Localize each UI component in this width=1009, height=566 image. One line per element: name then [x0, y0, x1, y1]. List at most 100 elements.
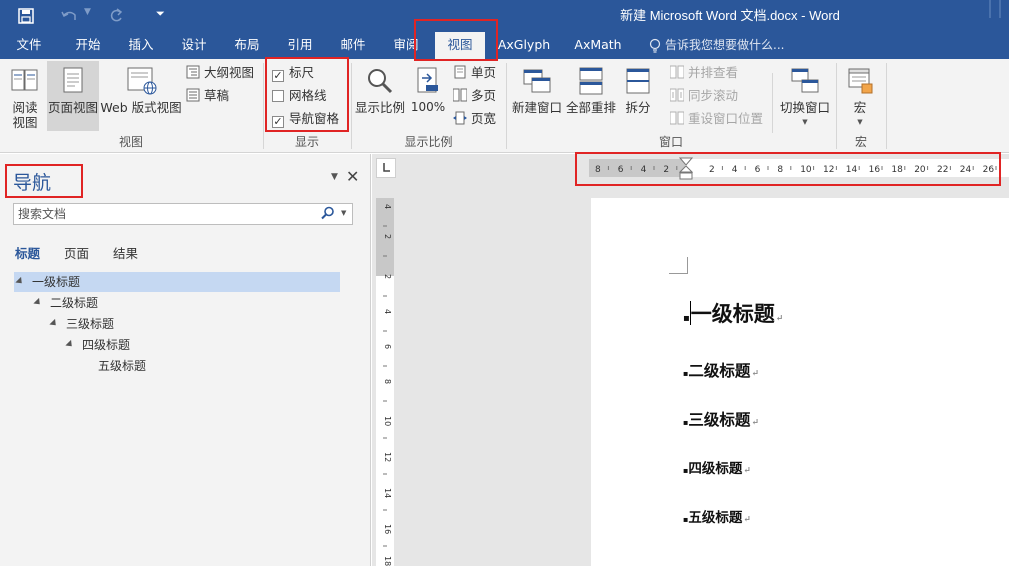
- vertical-ruler[interactable]: 4 2 2 4 6 8 10 12 14 16 18: [376, 198, 394, 566]
- nav-heading-1[interactable]: 一级标题: [14, 272, 340, 292]
- macros-button[interactable]: 宏 ▼: [840, 61, 880, 130]
- nav-options-icon[interactable]: ▼: [331, 172, 338, 182]
- nav-heading-1-label: 一级标题: [32, 275, 81, 289]
- collapse-icon[interactable]: [15, 276, 25, 287]
- ruler-label: 2: [383, 274, 392, 279]
- page-width-button[interactable]: 页宽: [453, 109, 496, 129]
- view-tab-highlight: [414, 19, 498, 61]
- nav-heading-2[interactable]: 二级标题: [33, 293, 98, 313]
- web-layout-button[interactable]: Web 版式视图: [100, 61, 182, 115]
- print-layout-label: 页面视图: [47, 100, 98, 115]
- nav-tab-pages[interactable]: 页面: [64, 243, 89, 262]
- lightbulb-icon: [649, 38, 661, 53]
- paragraph-mark: ↵: [743, 466, 751, 476]
- reset-position-icon: [669, 111, 685, 125]
- customize-qat-icon[interactable]: ⏷: [156, 7, 165, 21]
- nav-heading-5[interactable]: 五级标题: [98, 356, 146, 376]
- document-heading-3[interactable]: ▪三级标题↵: [683, 408, 759, 430]
- document-heading-5[interactable]: ▪五级标题↵: [683, 506, 751, 526]
- nav-heading-4[interactable]: 四级标题: [65, 335, 130, 355]
- split-button[interactable]: 拆分: [619, 61, 657, 115]
- tab-layout[interactable]: 布局: [223, 32, 271, 59]
- nav-title-highlight: [5, 164, 83, 198]
- draft-button[interactable]: 草稿: [186, 86, 229, 106]
- show-group-highlight: [265, 57, 349, 132]
- switch-windows-icon: [791, 68, 819, 93]
- document-heading-4[interactable]: ▪四级标题↵: [683, 457, 751, 477]
- zoom-label: 显示比例: [354, 100, 405, 115]
- tab-selector[interactable]: [376, 158, 396, 178]
- tab-references[interactable]: 引用: [276, 32, 324, 59]
- outline-button[interactable]: 大纲视图: [186, 63, 254, 83]
- new-window-button[interactable]: 新建窗口: [510, 61, 564, 115]
- multi-page-button[interactable]: 多页: [452, 86, 496, 106]
- tab-home[interactable]: 开始: [64, 32, 112, 59]
- outline-icon: [186, 65, 200, 79]
- undo-dropdown-icon[interactable]: ▼: [84, 7, 91, 17]
- new-window-label: 新建窗口: [511, 100, 562, 115]
- one-page-label: 单页: [471, 65, 497, 80]
- one-page-button[interactable]: 单页: [453, 63, 496, 83]
- collapse-icon[interactable]: [49, 318, 59, 329]
- read-mode-button[interactable]: 阅读 视图: [4, 61, 46, 130]
- reset-window-position-label: 重设窗口位置: [688, 111, 764, 126]
- web-layout-label: Web 版式视图: [100, 100, 182, 115]
- document-heading-1[interactable]: ▪一级标题↵: [683, 298, 783, 328]
- tab-mailings[interactable]: 邮件: [329, 32, 377, 59]
- read-mode-label: 阅读 视图: [12, 100, 38, 130]
- draft-label: 草稿: [204, 88, 230, 103]
- arrange-all-label: 全部重排: [565, 100, 616, 115]
- side-by-side-icon: [669, 65, 685, 79]
- switch-windows-button[interactable]: 切换窗口 ▼: [778, 61, 832, 130]
- search-icon[interactable]: [321, 206, 335, 220]
- page-width-icon: [453, 111, 467, 125]
- zoom-group-label: 显示比例: [404, 135, 453, 149]
- zoom-100-button[interactable]: 100%: [408, 61, 448, 115]
- switch-windows-label: 切换窗口: [779, 100, 830, 115]
- sync-scroll-button[interactable]: 同步滚动: [669, 86, 738, 106]
- document-heading-3-text: 三级标题: [688, 410, 751, 429]
- print-layout-icon: [63, 67, 83, 93]
- ruler-label: 6: [383, 344, 392, 349]
- collapse-icon[interactable]: [33, 297, 43, 308]
- ruler-label: 4: [383, 309, 392, 314]
- document-page[interactable]: ▪一级标题↵ ▪二级标题↵ ▪三级标题↵ ▪四级标题↵ ▪五级标题↵: [591, 198, 1009, 566]
- web-layout-icon: [127, 67, 157, 95]
- ruler-label: 18: [383, 556, 392, 566]
- paragraph-mark: ↵: [751, 369, 759, 379]
- save-icon[interactable]: [18, 8, 34, 24]
- tab-axmath[interactable]: AxMath: [568, 32, 628, 59]
- nav-tab-headings[interactable]: 标题: [15, 243, 40, 262]
- margin-corner-mark: [669, 257, 688, 274]
- nav-search-input[interactable]: 搜索文档: [13, 203, 353, 225]
- side-by-side-label: 并排查看: [688, 65, 739, 80]
- arrange-all-button[interactable]: 全部重排: [565, 61, 617, 115]
- switch-windows-dropdown-icon: ▼: [802, 118, 808, 126]
- tab-design[interactable]: 设计: [170, 32, 218, 59]
- redo-icon[interactable]: [108, 7, 124, 23]
- tab-insert[interactable]: 插入: [117, 32, 165, 59]
- window-group-label: 窗口: [658, 135, 683, 149]
- zoom-button[interactable]: 显示比例: [354, 61, 406, 115]
- views-group-label: 视图: [118, 135, 143, 149]
- nav-heading-3[interactable]: 三级标题: [49, 314, 114, 334]
- tab-axglyph[interactable]: AxGlyph: [492, 32, 556, 59]
- nav-tab-results[interactable]: 结果: [113, 243, 138, 262]
- close-icon[interactable]: ✕: [346, 167, 359, 186]
- ruler-label: 12: [383, 452, 392, 462]
- ruler-label: 4: [383, 204, 392, 209]
- search-dropdown-icon[interactable]: ▼: [341, 209, 346, 217]
- draft-icon: [186, 88, 200, 102]
- print-layout-button[interactable]: 页面视图: [47, 61, 99, 131]
- window-controls[interactable]: [985, 0, 1009, 18]
- macros-icon: [848, 68, 873, 94]
- collapse-icon[interactable]: [65, 339, 75, 350]
- nav-heading-5-label: 五级标题: [98, 359, 147, 373]
- reset-window-position-button[interactable]: 重设窗口位置: [669, 109, 764, 129]
- document-heading-2[interactable]: ▪二级标题↵: [683, 359, 759, 381]
- tell-me-box[interactable]: 告诉我您想要做什么...: [665, 32, 784, 59]
- undo-icon[interactable]: [60, 8, 80, 24]
- tab-file[interactable]: 文件: [5, 32, 53, 59]
- side-by-side-button[interactable]: 并排查看: [669, 63, 739, 83]
- macros-group-label: 宏: [854, 135, 867, 149]
